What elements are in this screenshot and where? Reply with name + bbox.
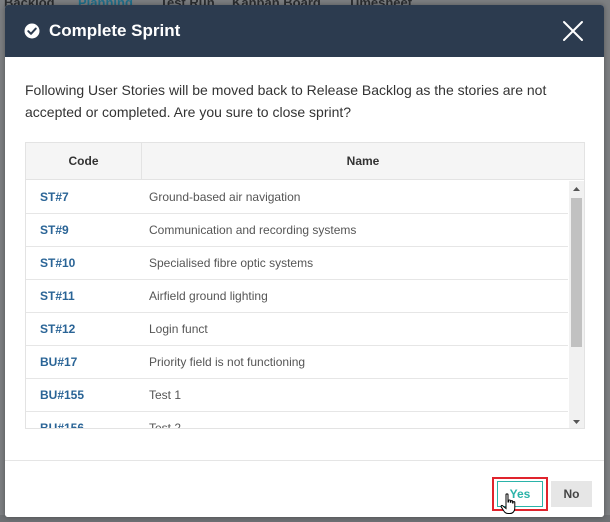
dialog-footer: Yes No	[5, 460, 604, 517]
check-circle-icon	[24, 23, 40, 39]
story-name: Ground-based air navigation	[149, 190, 301, 204]
story-name: Airfield ground lighting	[149, 289, 268, 303]
table-row: ST#12 Login funct	[26, 313, 568, 346]
dialog-title: Complete Sprint	[49, 21, 181, 40]
story-code-link[interactable]: BU#155	[40, 379, 84, 412]
story-name: Specialised fibre optic systems	[149, 256, 314, 270]
table-scrollbar[interactable]	[569, 181, 584, 428]
story-code-link[interactable]: ST#12	[40, 313, 75, 346]
story-code-link[interactable]: ST#9	[40, 214, 69, 247]
dialog-message: Following User Stories will be moved bac…	[25, 82, 547, 120]
complete-sprint-dialog: Complete Sprint Following User Stories w…	[5, 5, 604, 517]
table-row: ST#10 Specialised fibre optic systems	[26, 247, 568, 280]
story-name: Test 2	[149, 421, 182, 429]
table-row: BU#155 Test 1	[26, 379, 568, 412]
story-code-link[interactable]: BU#156	[40, 412, 84, 428]
story-name: Test 1	[149, 388, 182, 402]
dialog-header: Complete Sprint	[5, 5, 604, 57]
table-header: Code Name	[26, 143, 584, 180]
column-header-code: Code	[26, 143, 142, 180]
story-code-link[interactable]: ST#11	[40, 280, 75, 313]
no-button[interactable]: No	[551, 481, 592, 507]
table-row: ST#9 Communication and recording systems	[26, 214, 568, 247]
story-name: Login funct	[149, 322, 208, 336]
story-code-link[interactable]: ST#10	[40, 247, 75, 280]
column-header-name: Name	[346, 154, 380, 168]
story-name: Communication and recording systems	[149, 223, 357, 237]
stories-table: Code Name ST#7 Ground-based air navigati…	[25, 142, 585, 429]
table-row: ST#11 Airfield ground lighting	[26, 280, 568, 313]
scrollbar-thumb[interactable]	[571, 198, 582, 347]
close-icon[interactable]	[561, 19, 585, 43]
table-row: ST#7 Ground-based air navigation	[26, 181, 568, 214]
story-code-link[interactable]: ST#7	[40, 181, 69, 214]
story-code-link[interactable]: BU#17	[40, 346, 77, 379]
table-row: BU#156 Test 2	[26, 412, 568, 429]
yes-button[interactable]: Yes	[497, 481, 543, 507]
scroll-up-arrow-icon[interactable]	[569, 183, 584, 195]
scroll-down-arrow-icon[interactable]	[569, 416, 584, 428]
table-body[interactable]: ST#7 Ground-based air navigation ST#9 Co…	[26, 181, 568, 429]
story-name: Priority field is not functioning	[149, 355, 306, 369]
table-row: BU#17 Priority field is not functioning	[26, 346, 568, 379]
